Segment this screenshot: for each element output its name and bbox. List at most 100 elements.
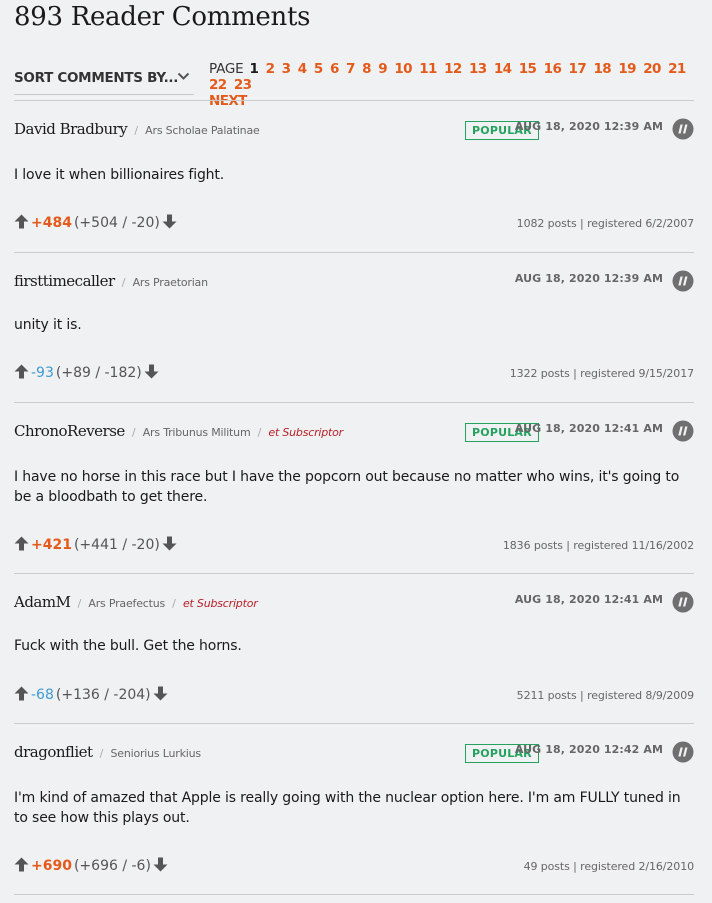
author-rank: Seniorius Lurkius xyxy=(110,747,201,760)
next-page-link[interactable]: NEXT xyxy=(209,93,701,109)
author-stats: 5211 posts | registered 8/9/2009 xyxy=(516,689,694,702)
author-rank: Ars Praetorian xyxy=(132,276,208,289)
registration-date: registered 9/15/2017 xyxy=(580,367,694,380)
page-link[interactable]: 7 xyxy=(346,61,355,77)
page-link[interactable]: 9 xyxy=(378,61,387,77)
page-link[interactable]: 20 xyxy=(643,61,661,77)
page-link[interactable]: 4 xyxy=(298,61,307,77)
separator: / xyxy=(99,747,104,760)
page-link[interactable]: 10 xyxy=(394,61,412,77)
author-link[interactable]: dragonfliet xyxy=(14,743,93,761)
page-link[interactable]: 13 xyxy=(469,61,487,77)
author-stats: 49 posts | registered 2/16/2010 xyxy=(523,860,695,873)
vote-breakdown: (+441 / -20) xyxy=(73,537,160,553)
sort-label: SORT COMMENTS BY... xyxy=(14,70,179,86)
comment: firsttimecaller / Ars Praetorian AUG 18,… xyxy=(14,270,694,391)
page-link[interactable]: 23 xyxy=(234,77,252,93)
arrow-down-icon[interactable] xyxy=(162,214,177,229)
separator: / xyxy=(131,426,136,439)
page-link[interactable]: 1 xyxy=(249,61,258,77)
page-link[interactable]: 18 xyxy=(593,61,611,77)
comment-body: Fuck with the bull. Get the horns. xyxy=(14,638,242,654)
author-link[interactable]: ChronoReverse xyxy=(14,422,125,440)
quote-icon[interactable] xyxy=(672,118,694,140)
registration-date: registered 8/9/2009 xyxy=(587,689,694,702)
page-link[interactable]: 14 xyxy=(494,61,512,77)
comment: AdamM / Ars Praefectus / et Subscriptor … xyxy=(14,591,694,712)
vote-bar: +421 (+441 / -20) xyxy=(14,536,177,553)
subscriber-tag: et Subscriptor xyxy=(182,597,258,610)
quote-icon[interactable] xyxy=(672,420,694,442)
quote-icon[interactable] xyxy=(672,741,694,763)
subscriber-tag: et Subscriptor xyxy=(268,426,343,439)
comment-timestamp: AUG 18, 2020 12:42 AM xyxy=(514,743,663,756)
author-stats: 1322 posts | registered 9/15/2017 xyxy=(509,367,694,380)
quote-icon[interactable] xyxy=(672,270,694,292)
author-rank: Ars Scholae Palatinae xyxy=(145,124,260,137)
page-link[interactable]: 6 xyxy=(330,61,339,77)
page-link[interactable]: 11 xyxy=(419,61,437,77)
chevron-down-icon xyxy=(177,72,190,80)
page-link[interactable]: 17 xyxy=(569,61,587,77)
page-link[interactable]: 12 xyxy=(444,61,462,77)
comment: ChronoReverse / Ars Tribunus Militum / e… xyxy=(14,420,694,561)
comment-timestamp: AUG 18, 2020 12:41 AM xyxy=(514,593,663,606)
vote-score: -68 xyxy=(31,687,54,703)
separator: / xyxy=(172,597,176,610)
comment-byline: dragonfliet / Seniorius Lurkius xyxy=(14,742,201,761)
page-link[interactable]: 15 xyxy=(519,61,537,77)
page-link[interactable]: 19 xyxy=(618,61,636,77)
divider xyxy=(14,100,694,101)
post-count: 1082 posts xyxy=(516,217,577,230)
author-link[interactable]: AdamM xyxy=(14,593,71,611)
page-link[interactable]: 5 xyxy=(314,61,323,77)
page-link[interactable]: 22 xyxy=(209,77,227,93)
separator: / xyxy=(257,426,262,439)
quote-icon[interactable] xyxy=(672,591,694,613)
comment-timestamp: AUG 18, 2020 12:41 AM xyxy=(514,422,663,435)
arrow-down-icon[interactable] xyxy=(153,857,168,872)
comment-byline: AdamM / Ars Praefectus / et Subscriptor xyxy=(14,592,258,611)
registration-date: registered 2/16/2010 xyxy=(580,860,694,873)
divider xyxy=(14,252,694,253)
author-stats: 1082 posts | registered 6/2/2007 xyxy=(516,217,694,230)
arrow-up-icon[interactable] xyxy=(14,686,29,701)
vote-bar: -93 (+89 / -182) xyxy=(14,364,159,381)
page-link[interactable]: 21 xyxy=(668,61,686,77)
post-count: 1836 posts xyxy=(502,539,563,552)
divider xyxy=(14,402,694,403)
page-link[interactable]: 16 xyxy=(544,61,562,77)
vote-breakdown: (+136 / -204) xyxy=(55,687,151,703)
vote-breakdown: (+89 / -182) xyxy=(55,365,142,381)
arrow-down-icon[interactable] xyxy=(153,686,168,701)
arrow-down-icon[interactable] xyxy=(144,364,159,379)
registration-date: registered 11/16/2002 xyxy=(573,539,694,552)
sort-comments-dropdown[interactable]: SORT COMMENTS BY... xyxy=(14,66,194,95)
author-link[interactable]: David Bradbury xyxy=(14,120,128,138)
vote-bar: +484 (+504 / -20) xyxy=(14,214,177,231)
comment-timestamp: AUG 18, 2020 12:39 AM xyxy=(514,272,663,285)
pagination: PAGE 1 2 3 4 5 6 7 8 9 10 11 12 13 14 15 … xyxy=(209,61,704,109)
author-rank: Ars Praefectus xyxy=(88,597,166,610)
vote-bar: +690 (+696 / -6) xyxy=(14,857,168,874)
separator: / xyxy=(121,276,126,289)
comment-byline: firsttimecaller / Ars Praetorian xyxy=(14,271,208,290)
divider xyxy=(14,573,694,574)
comment-body: I love it when billionaires fight. xyxy=(14,167,225,183)
arrow-up-icon[interactable] xyxy=(14,536,29,551)
separator: / xyxy=(134,124,139,137)
page-title: 893 Reader Comments xyxy=(14,2,311,32)
comment-body: I'm kind of amazed that Apple is really … xyxy=(14,790,681,826)
page-link[interactable]: 2 xyxy=(266,61,275,77)
arrow-up-icon[interactable] xyxy=(14,364,29,379)
author-link[interactable]: firsttimecaller xyxy=(14,272,115,290)
arrow-up-icon[interactable] xyxy=(14,214,29,229)
page-link[interactable]: 3 xyxy=(282,61,291,77)
comment-body: unity it is. xyxy=(14,317,82,333)
arrow-down-icon[interactable] xyxy=(162,536,177,551)
page-link[interactable]: 8 xyxy=(362,61,371,77)
arrow-up-icon[interactable] xyxy=(14,857,29,872)
comments-page: 893 Reader Comments SORT COMMENTS BY... … xyxy=(0,0,712,903)
post-count: 49 posts xyxy=(523,860,570,873)
registration-date: registered 6/2/2007 xyxy=(587,217,694,230)
